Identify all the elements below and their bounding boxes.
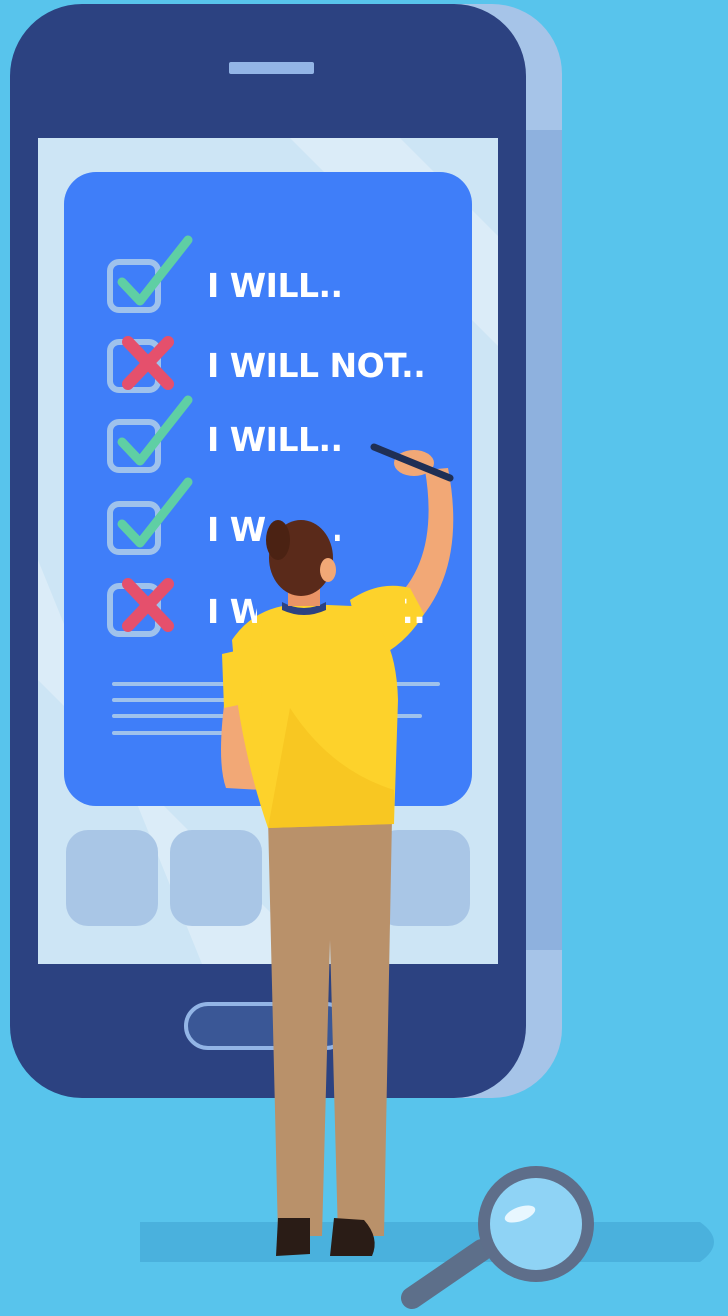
smartphone-checklist-illustration — [0, 0, 728, 1316]
checklist-item-4-label: I WILL.. — [207, 510, 343, 549]
person-sleeve — [222, 646, 262, 708]
checklist-item-5-label: I WILL NOT.. — [207, 592, 426, 631]
checklist-item-1-label: I WILL.. — [207, 266, 343, 305]
person-shoe — [276, 1218, 310, 1256]
checklist-item-3-label: I WILL.. — [207, 420, 343, 459]
app-tile — [170, 830, 262, 926]
app-tile — [66, 830, 158, 926]
floor-shadow — [140, 1222, 714, 1262]
checklist-item-2-label: I WILL NOT.. — [207, 346, 426, 385]
illustration-scene: I WILL.. I WILL NOT.. I WILL.. I WILL.. … — [0, 0, 728, 1316]
phone-speaker — [229, 62, 314, 74]
person-ear — [320, 558, 336, 582]
